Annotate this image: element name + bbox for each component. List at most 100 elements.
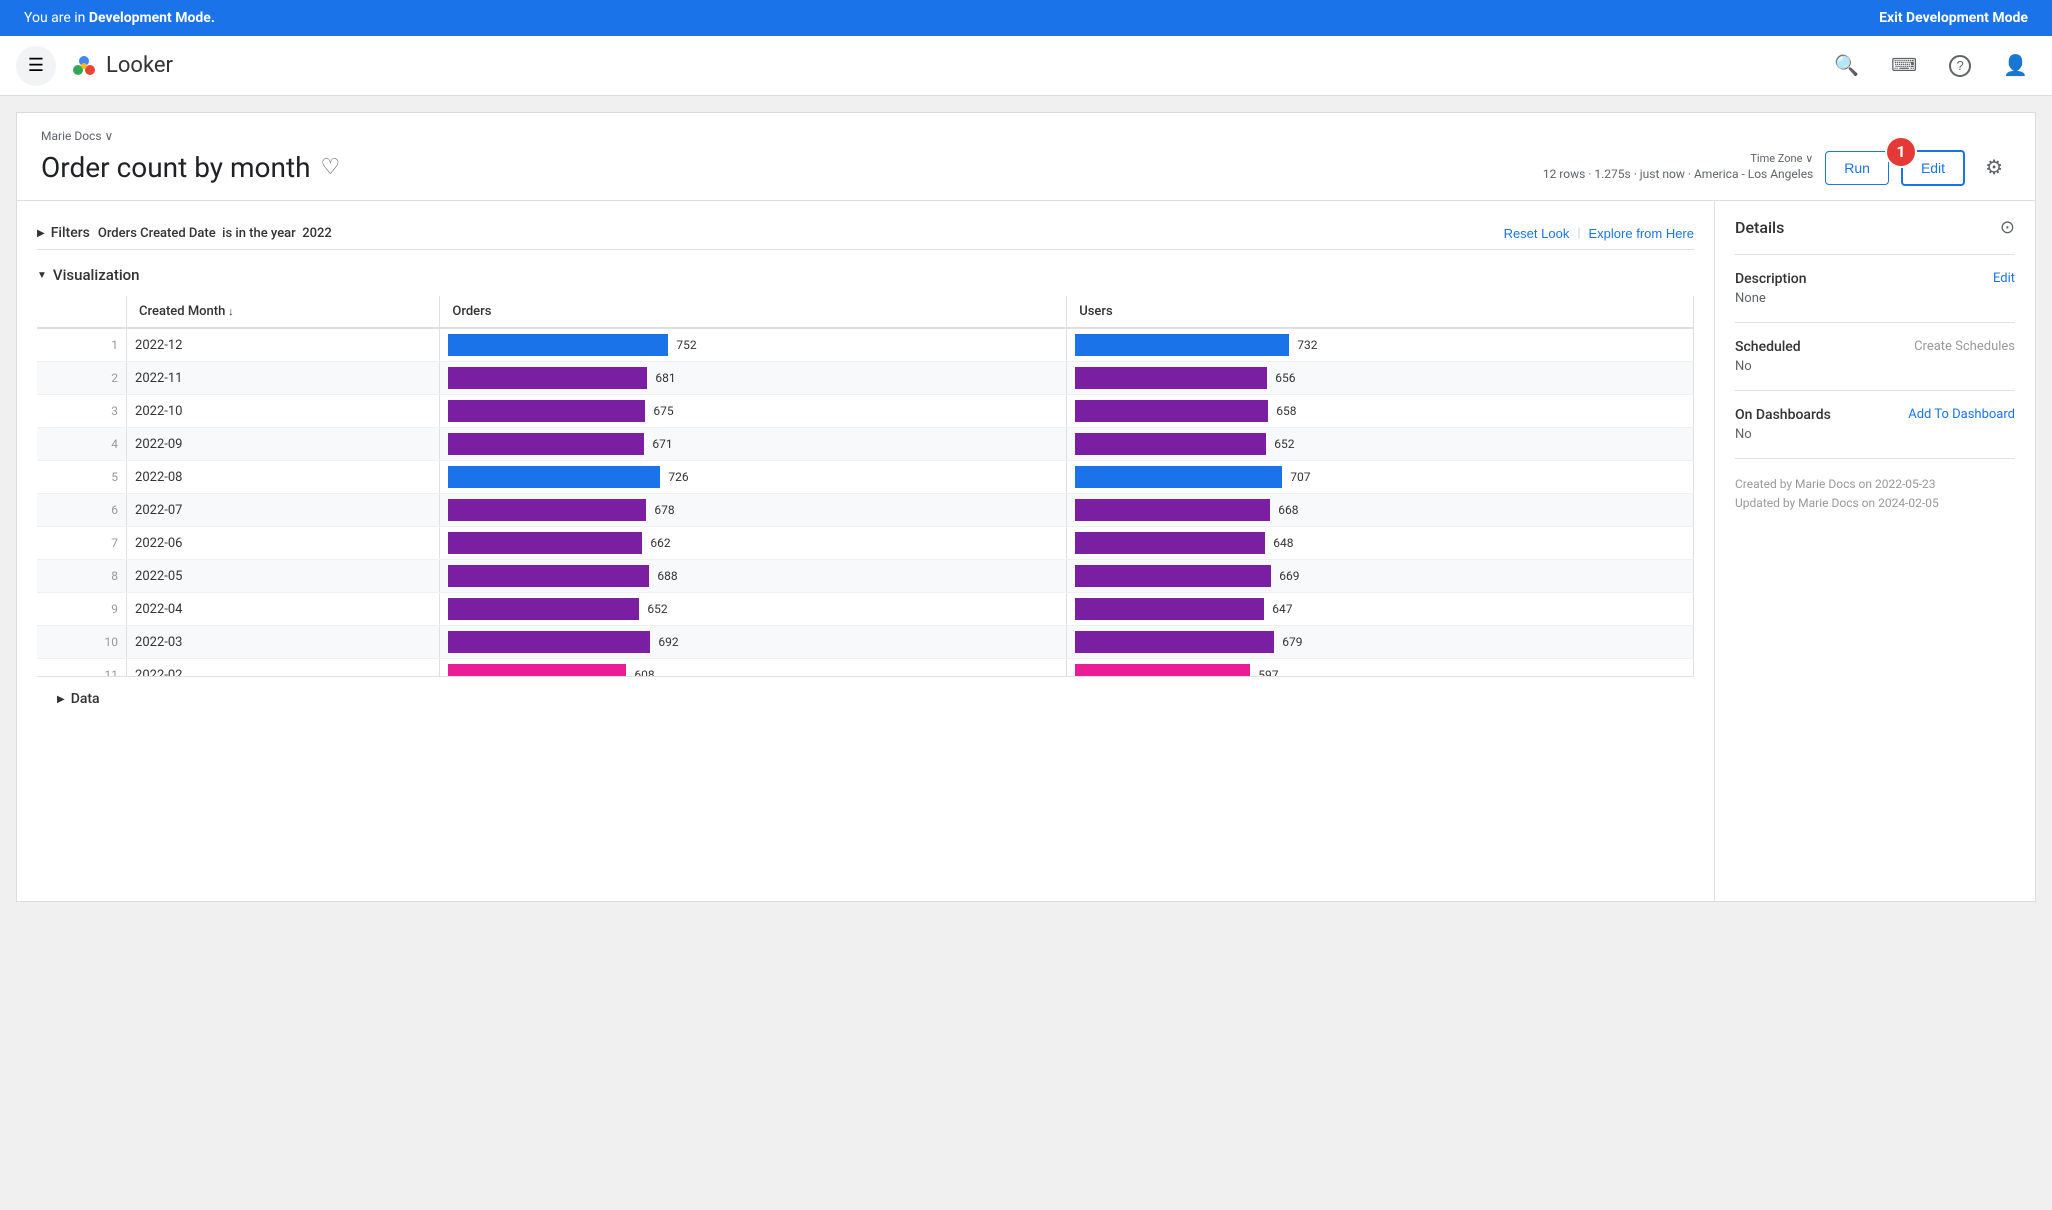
users-bar — [1075, 400, 1268, 422]
dashboards-row: On Dashboards Add To Dashboard — [1735, 407, 2015, 423]
users-bar-cell: 668 — [1067, 494, 1694, 527]
page-header: Marie Docs ∨ Order count by month ♡ Time… — [17, 113, 2035, 201]
breadcrumb[interactable]: Marie Docs ∨ — [41, 129, 2011, 143]
users-bar — [1075, 334, 1289, 356]
updated-meta: Updated by Marie Docs on 2024-02-05 — [1735, 494, 2015, 513]
body-layout: ▶ Filters Orders Created Date is in the … — [17, 201, 2035, 901]
col-orders[interactable]: Orders — [440, 296, 1067, 328]
table-row: 11 2022-02 608 597 — [37, 659, 1694, 677]
title-row: Order count by month ♡ Time Zone ∨ 12 ro… — [41, 147, 2011, 188]
nav-left: ☰ Looker — [16, 46, 173, 86]
orders-value: 726 — [668, 470, 688, 484]
orders-value: 678 — [654, 503, 674, 517]
row-number: 8 — [37, 560, 127, 593]
keyboard-shortcut-button[interactable]: ⌨ — [1883, 47, 1925, 84]
filters-label: Filters — [51, 225, 90, 241]
exit-dev-mode-button[interactable]: Exit Development Mode — [1879, 10, 2028, 26]
data-triangle-icon: ▶ — [57, 694, 65, 705]
orders-value: 692 — [658, 635, 678, 649]
details-arrow-icon[interactable]: ⊙ — [2000, 217, 2015, 238]
row-number: 7 — [37, 527, 127, 560]
users-bar-cell: 732 — [1067, 328, 1694, 362]
users-bar — [1075, 433, 1266, 455]
favorite-icon[interactable]: ♡ — [321, 155, 341, 180]
header-actions: Time Zone ∨ 12 rows · 1.275s · just now … — [1543, 147, 2011, 188]
page-title: Order count by month ♡ — [41, 151, 340, 184]
users-value: 652 — [1274, 437, 1294, 451]
orders-value: 608 — [634, 668, 654, 676]
on-dashboards-label: On Dashboards — [1735, 407, 1831, 423]
filter-divider: | — [1577, 226, 1580, 241]
description-edit-button[interactable]: Edit — [1993, 271, 2015, 286]
hamburger-button[interactable]: ☰ — [16, 46, 56, 86]
date-cell: 2022-09 — [127, 428, 440, 461]
search-icon: 🔍 — [1834, 53, 1859, 78]
orders-bar — [448, 565, 649, 587]
table-row: 10 2022-03 692 679 — [37, 626, 1694, 659]
users-bar-cell: 652 — [1067, 428, 1694, 461]
table-row: 1 2022-12 752 732 — [37, 328, 1694, 362]
orders-bar-cell: 671 — [440, 428, 1067, 461]
users-bar-cell: 658 — [1067, 395, 1694, 428]
table-row: 3 2022-10 675 658 — [37, 395, 1694, 428]
reset-look-button[interactable]: Reset Look — [1504, 226, 1570, 241]
table-row: 5 2022-08 726 707 — [37, 461, 1694, 494]
col-created-month[interactable]: Created Month — [127, 296, 440, 328]
filter-description: Orders Created Date is in the year 2022 — [98, 226, 332, 241]
orders-value: 681 — [655, 371, 675, 385]
orders-bar — [448, 334, 668, 356]
orders-value: 688 — [657, 569, 677, 583]
description-label: Description — [1735, 271, 1807, 287]
orders-bar — [448, 466, 660, 488]
users-bar-cell: 679 — [1067, 626, 1694, 659]
orders-bar-cell: 681 — [440, 362, 1067, 395]
filters-toggle[interactable]: ▶ Filters — [37, 225, 90, 241]
date-cell: 2022-08 — [127, 461, 440, 494]
profile-button[interactable]: 👤 — [1995, 45, 2036, 86]
scheduled-value: No — [1735, 359, 2015, 374]
settings-button[interactable]: ⚙ — [1977, 147, 2011, 188]
data-table-scroll[interactable]: Created Month Orders Users 1 2022-12 752 — [37, 296, 1694, 676]
add-to-dashboard-button[interactable]: Add To Dashboard — [1908, 407, 2015, 422]
orders-bar — [448, 433, 644, 455]
orders-bar-cell: 662 — [440, 527, 1067, 560]
users-value: 647 — [1272, 602, 1292, 616]
orders-bar-cell: 688 — [440, 560, 1067, 593]
users-bar-cell: 648 — [1067, 527, 1694, 560]
date-cell: 2022-03 — [127, 626, 440, 659]
description-section: Description Edit None — [1735, 255, 2015, 323]
orders-value: 671 — [652, 437, 672, 451]
orders-bar — [448, 664, 626, 676]
create-schedules-button[interactable]: Create Schedules — [1914, 339, 2015, 354]
created-meta: Created by Marie Docs on 2022-05-23 — [1735, 475, 2015, 494]
main-content: Marie Docs ∨ Order count by month ♡ Time… — [16, 112, 2036, 902]
users-value: 669 — [1279, 569, 1299, 583]
table-row: 8 2022-05 688 669 — [37, 560, 1694, 593]
orders-bar-cell: 752 — [440, 328, 1067, 362]
filter-value: 2022 — [302, 226, 332, 241]
users-bar — [1075, 565, 1271, 587]
row-number: 2 — [37, 362, 127, 395]
users-value: 648 — [1273, 536, 1293, 550]
page-title-text: Order count by month — [41, 151, 311, 184]
viz-toggle[interactable]: ▼ Visualization — [37, 266, 1694, 284]
data-section-toggle[interactable]: ▶ Data — [37, 676, 1694, 721]
search-button[interactable]: 🔍 — [1826, 45, 1867, 86]
filters-row: ▶ Filters Orders Created Date is in the … — [37, 217, 1694, 250]
description-value: None — [1735, 291, 2015, 306]
users-bar — [1075, 664, 1250, 676]
viz-triangle-icon: ▼ — [37, 270, 47, 281]
users-bar-cell: 597 — [1067, 659, 1694, 677]
col-users[interactable]: Users — [1067, 296, 1694, 328]
meta-footer: Created by Marie Docs on 2022-05-23 Upda… — [1735, 459, 2015, 513]
edit-button-container: 1 Edit — [1901, 150, 1965, 186]
users-value: 597 — [1258, 668, 1278, 676]
date-cell: 2022-10 — [127, 395, 440, 428]
help-button[interactable]: ? — [1941, 47, 1979, 85]
users-bar-cell: 647 — [1067, 593, 1694, 626]
details-title: Details — [1735, 218, 1784, 237]
orders-bar-cell: 726 — [440, 461, 1067, 494]
run-button[interactable]: Run — [1825, 151, 1889, 185]
explore-from-here-button[interactable]: Explore from Here — [1589, 226, 1694, 241]
orders-bar-cell: 652 — [440, 593, 1067, 626]
